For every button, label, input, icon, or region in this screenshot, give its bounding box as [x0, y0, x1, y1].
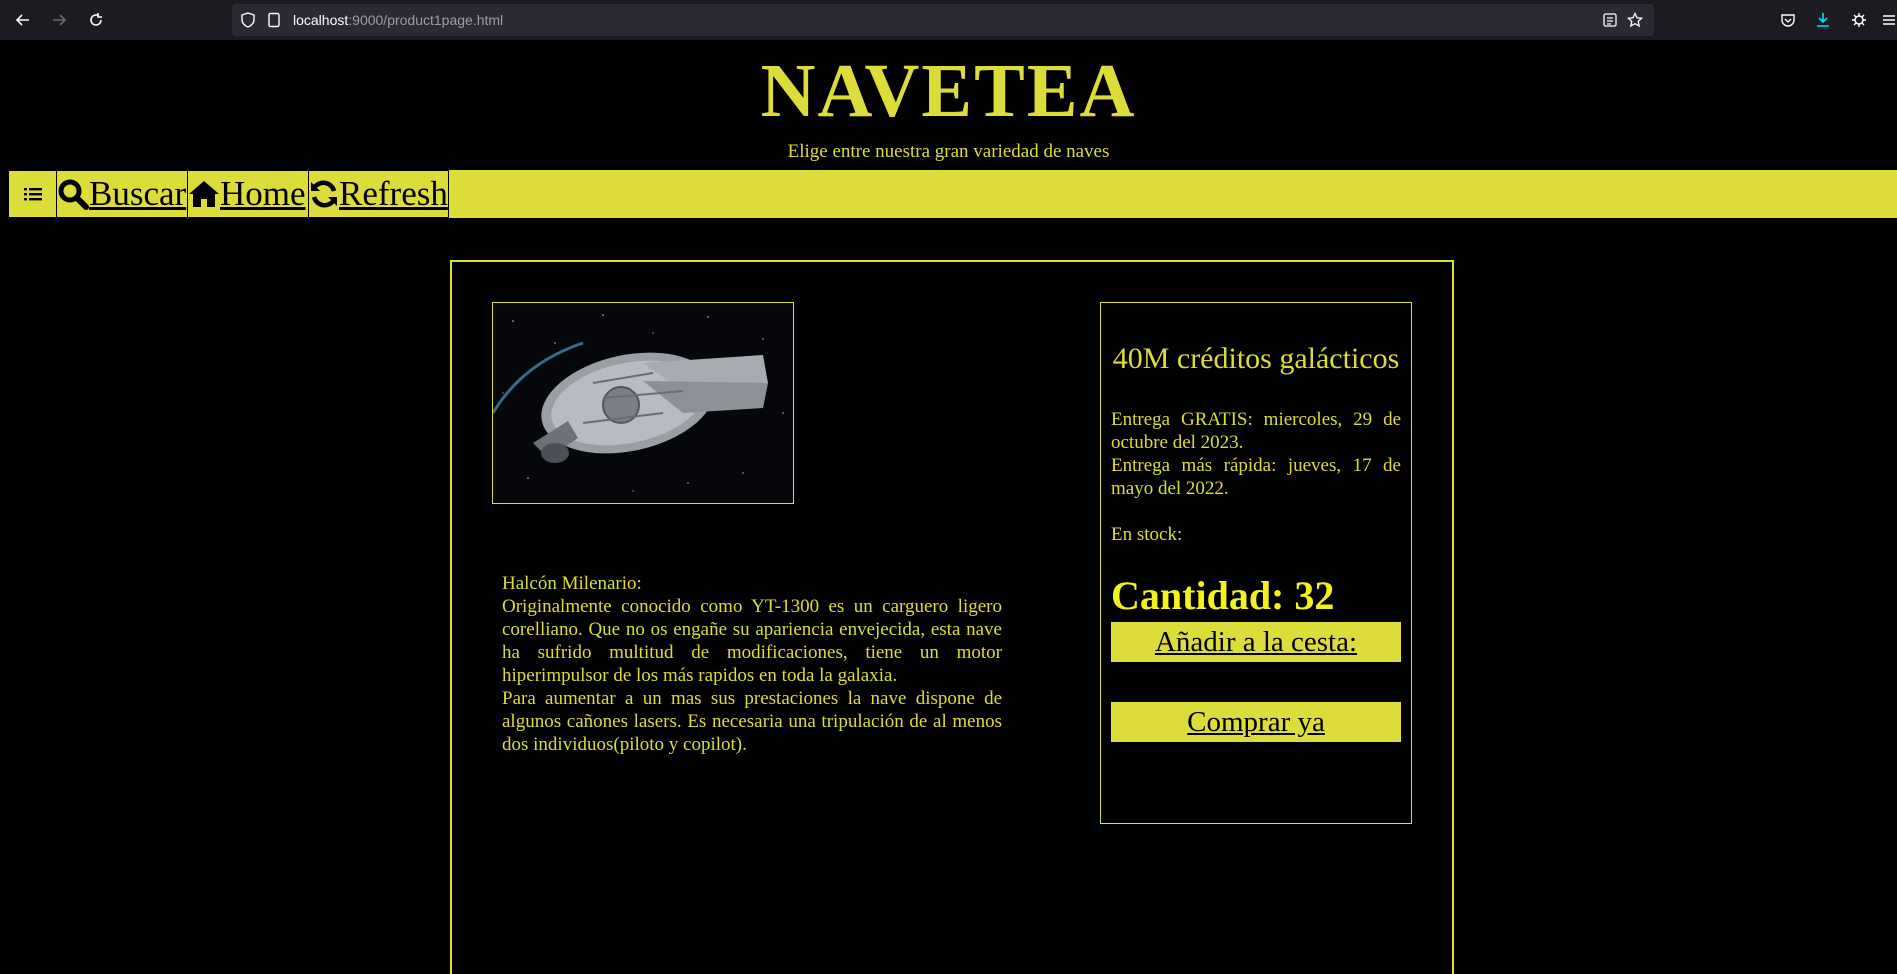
back-icon[interactable]	[11, 8, 35, 32]
download-icon[interactable]	[1811, 8, 1835, 32]
buy-now-button[interactable]: Comprar ya	[1111, 702, 1401, 742]
nav-item-list[interactable]	[8, 170, 57, 218]
pocket-icon[interactable]	[1776, 8, 1800, 32]
product-price: 40M créditos galácticos	[1112, 342, 1400, 375]
nav-label-home: Home	[220, 174, 306, 213]
address-bar[interactable]: localhost:9000/product1page.html	[232, 4, 1654, 36]
reader-view-icon[interactable]	[1602, 12, 1618, 28]
nav-item-home[interactable]: Home	[187, 170, 309, 218]
shield-icon[interactable]	[240, 12, 256, 28]
site-title: NAVETEA	[760, 49, 1137, 133]
product-name: Halcón Milenario:	[502, 573, 642, 594]
reload-icon[interactable]	[84, 8, 108, 32]
refresh-icon	[309, 179, 339, 209]
home-icon	[188, 179, 220, 209]
nav-bar: Buscar Home Refresh	[8, 170, 1897, 218]
delivery-fast: Entrega más rápida: jueves, 17 de mayo d…	[1111, 455, 1401, 499]
page-icon[interactable]	[266, 12, 282, 28]
delivery-free: Entrega GRATIS: miercoles, 29 de octubre…	[1111, 409, 1401, 453]
product-description: Halcón Milenario: Originalmente conocido…	[502, 572, 1002, 756]
menu-icon[interactable]	[1877, 8, 1897, 32]
stock-status: En stock:	[1111, 524, 1183, 545]
quantity-label: Cantidad: 32	[1111, 573, 1335, 618]
url-text[interactable]: localhost:9000/product1page.html	[293, 12, 503, 28]
site-subtitle: Elige entre nuestra gran variedad de nav…	[787, 141, 1110, 162]
nav-item-buscar[interactable]: Buscar	[56, 170, 188, 218]
bookmark-star-icon[interactable]	[1626, 11, 1644, 28]
nav-item-refresh[interactable]: Refresh	[308, 170, 449, 218]
extensions-icon[interactable]	[1847, 8, 1871, 32]
delivery-info: Entrega GRATIS: miercoles, 29 de octubre…	[1111, 408, 1401, 500]
add-to-cart-button[interactable]: Añadir a la cesta:	[1111, 622, 1401, 662]
nav-label-refresh: Refresh	[339, 174, 448, 213]
buy-box	[1100, 302, 1412, 824]
browser-toolbar: localhost:9000/product1page.html	[0, 0, 1897, 40]
description-paragraph-2: Para aumentar a un mas sus prestaciones …	[502, 688, 1002, 755]
search-icon	[57, 178, 89, 210]
forward-icon[interactable]	[47, 8, 71, 32]
product-image	[492, 302, 794, 504]
list-icon	[23, 186, 42, 202]
nav-label-buscar: Buscar	[89, 174, 187, 213]
description-paragraph-1: Originalmente conocido como YT-1300 es u…	[502, 596, 1002, 686]
